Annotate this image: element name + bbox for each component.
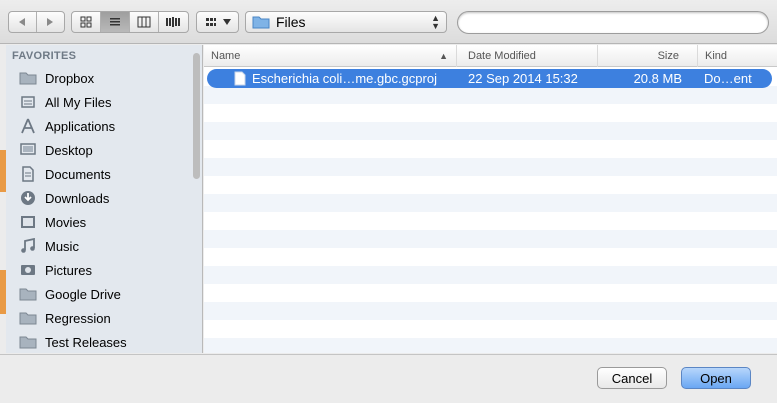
column-size-header[interactable]: Size bbox=[598, 45, 698, 67]
list-view-icon bbox=[110, 18, 120, 26]
view-mode-buttons bbox=[71, 11, 189, 33]
column-date-label: Date Modified bbox=[468, 50, 536, 62]
sidebar-item-label: Google Drive bbox=[45, 286, 121, 302]
icon-view-icon bbox=[80, 16, 92, 28]
music-icon bbox=[18, 237, 38, 255]
movies-icon bbox=[18, 213, 38, 231]
file-date: 22 Sep 2014 15:32 bbox=[468, 71, 578, 86]
chevron-down-icon bbox=[222, 19, 231, 25]
sidebar-item-desktop[interactable]: Desktop bbox=[6, 138, 192, 162]
cancel-button[interactable]: Cancel bbox=[597, 367, 667, 389]
file-kind: Do…ent bbox=[704, 71, 752, 86]
file-row-selected[interactable]: Escherichia coli…me.gbc.gcproj 22 Sep 20… bbox=[207, 69, 772, 88]
sidebar-item-label: Test Releases bbox=[45, 334, 127, 350]
path-popup[interactable]: Files ▲ ▼ bbox=[245, 11, 447, 33]
arrange-content bbox=[197, 12, 238, 32]
column-header: Name ▲ Date Modified Size Kind bbox=[204, 45, 777, 67]
empty-row bbox=[204, 194, 777, 212]
sidebar-item-music[interactable]: Music bbox=[6, 234, 192, 258]
column-name-header[interactable]: Name ▲ bbox=[204, 45, 457, 67]
document-icon bbox=[234, 71, 246, 89]
navigation-buttons bbox=[8, 11, 65, 33]
list-view-button[interactable] bbox=[101, 12, 130, 32]
column-view-icon bbox=[137, 16, 151, 28]
column-kind-label: Kind bbox=[705, 50, 728, 62]
sort-ascending-icon: ▲ bbox=[439, 51, 448, 61]
sidebar-item-dropbox[interactable]: Dropbox bbox=[6, 66, 192, 90]
sidebar-item-pictures[interactable]: Pictures bbox=[6, 258, 192, 282]
forward-arrow-icon bbox=[47, 18, 54, 26]
file-size: 20.8 MB bbox=[633, 71, 682, 86]
sidebar-item-label: Regression bbox=[45, 310, 111, 326]
path-label: Files bbox=[276, 14, 306, 30]
empty-row bbox=[204, 86, 777, 104]
all-files-icon bbox=[18, 93, 38, 111]
folder-icon bbox=[18, 333, 38, 351]
cover-flow-icon bbox=[166, 17, 181, 27]
sidebar-item-all-my-files[interactable]: All My Files bbox=[6, 90, 192, 114]
folder-icon bbox=[18, 309, 38, 327]
sidebar-item-label: Pictures bbox=[45, 262, 92, 278]
search-input[interactable] bbox=[457, 11, 769, 34]
grid-icon bbox=[205, 18, 216, 26]
empty-row bbox=[204, 158, 777, 176]
sidebar-item-documents[interactable]: Documents bbox=[6, 162, 192, 186]
empty-row bbox=[204, 266, 777, 284]
file-name: Escherichia coli…me.gbc.gcproj bbox=[252, 71, 437, 86]
sidebar-item-label: Dropbox bbox=[45, 70, 95, 86]
sidebar-scrollbar[interactable] bbox=[193, 53, 200, 179]
sidebar-item-test-releases[interactable]: Test Releases bbox=[6, 330, 192, 353]
cover-flow-button[interactable] bbox=[159, 12, 188, 32]
folder-icon bbox=[252, 16, 270, 29]
open-file-dialog: Files ▲ ▼ FAVORITES Dropbox All My Files … bbox=[0, 0, 777, 403]
sidebar-item-label: Music bbox=[45, 238, 79, 254]
sidebar-header-favorites: FAVORITES bbox=[12, 50, 77, 62]
desktop-icon bbox=[18, 141, 38, 159]
sidebar-item-label: Applications bbox=[45, 118, 116, 134]
arrange-button[interactable] bbox=[196, 11, 239, 33]
sidebar-item-google-drive[interactable]: Google Drive bbox=[6, 282, 192, 306]
empty-row bbox=[204, 230, 777, 248]
back-arrow-icon bbox=[19, 18, 26, 26]
sidebar-item-label: Documents bbox=[45, 166, 111, 182]
sidebar-item-downloads[interactable]: Downloads bbox=[6, 186, 192, 210]
sidebar-item-label: Downloads bbox=[45, 190, 110, 206]
folder-icon bbox=[18, 69, 38, 87]
popup-arrows-icon: ▲ ▼ bbox=[431, 13, 440, 31]
downloads-icon bbox=[18, 189, 38, 207]
empty-row bbox=[204, 338, 777, 353]
toolbar: Files ▲ ▼ bbox=[0, 0, 777, 44]
column-view-button[interactable] bbox=[130, 12, 159, 32]
sidebar-item-label: All My Files bbox=[45, 94, 112, 110]
column-date-header[interactable]: Date Modified bbox=[461, 45, 598, 67]
forward-button[interactable] bbox=[37, 12, 64, 32]
empty-row bbox=[204, 302, 777, 320]
button-bar: Cancel Open bbox=[0, 354, 777, 403]
column-name-label: Name bbox=[211, 50, 241, 62]
column-size-label: Size bbox=[657, 50, 679, 62]
icon-view-button[interactable] bbox=[72, 12, 101, 32]
pictures-icon bbox=[18, 261, 38, 279]
sidebar-item-regression[interactable]: Regression bbox=[6, 306, 192, 330]
documents-icon bbox=[18, 165, 38, 183]
file-list: Name ▲ Date Modified Size Kind Escherich… bbox=[204, 45, 777, 353]
folder-icon bbox=[18, 285, 38, 303]
sidebar-item-label: Desktop bbox=[45, 142, 93, 158]
back-button[interactable] bbox=[9, 12, 37, 32]
sidebar-item-movies[interactable]: Movies bbox=[6, 210, 192, 234]
sidebar: FAVORITES Dropbox All My Files Applicati… bbox=[6, 45, 203, 353]
open-button[interactable]: Open bbox=[681, 367, 751, 389]
column-kind-header[interactable]: Kind bbox=[698, 45, 777, 67]
applications-icon bbox=[18, 117, 38, 135]
sidebar-item-label: Movies bbox=[45, 214, 87, 230]
empty-row bbox=[204, 122, 777, 140]
sidebar-item-applications[interactable]: Applications bbox=[6, 114, 192, 138]
